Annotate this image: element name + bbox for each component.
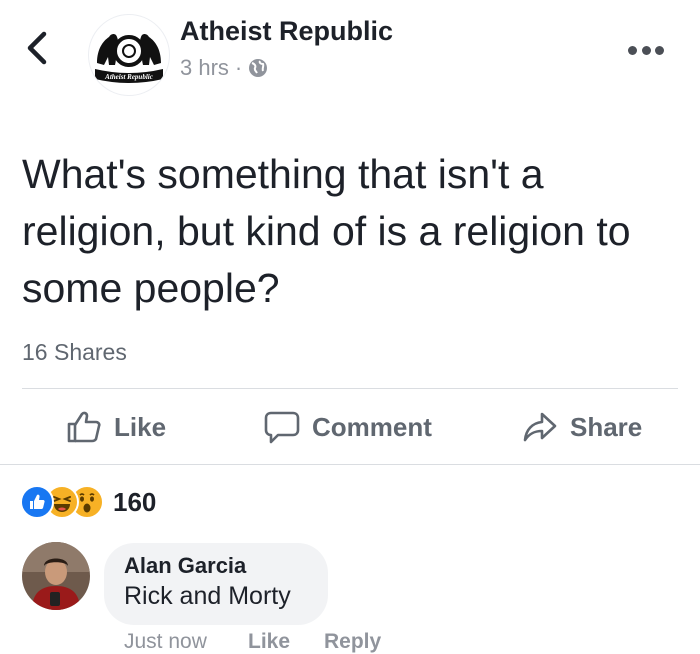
comment-reply-button[interactable]: Reply	[324, 630, 381, 654]
reaction-count: 160	[113, 486, 157, 517]
like-label: Like	[114, 411, 167, 442]
comment-like-button[interactable]: Like	[248, 630, 290, 654]
shares-count[interactable]: 16 Shares	[22, 339, 127, 366]
avatar	[22, 542, 90, 610]
share-arrow-icon	[523, 412, 557, 442]
meta-separator: ·	[234, 55, 243, 80]
globe-icon	[249, 59, 268, 77]
like-reaction-icon	[20, 485, 54, 519]
chevron-left-icon	[27, 31, 47, 65]
comment-text: Rick and Morty	[124, 582, 291, 610]
post-time[interactable]: 3 hrs	[180, 55, 229, 81]
page-avatar[interactable]: Atheist Republic	[88, 14, 170, 96]
comment-button[interactable]: Comment	[264, 406, 432, 448]
ellipsis-dot	[655, 46, 664, 55]
atheist-republic-logo: Atheist Republic	[95, 34, 163, 83]
svg-text:Atheist Republic: Atheist Republic	[104, 73, 153, 81]
commenter-avatar[interactable]	[22, 542, 90, 610]
ellipsis-dot	[628, 46, 637, 55]
back-button[interactable]	[22, 28, 52, 68]
divider	[22, 388, 678, 389]
post-meta: 3 hrs ·	[180, 55, 268, 81]
divider	[0, 464, 700, 465]
comment-label: Comment	[312, 411, 432, 442]
page-name[interactable]: Atheist Republic	[180, 16, 393, 47]
comment-icon	[264, 411, 300, 444]
share-button[interactable]: Share	[522, 406, 642, 448]
ellipsis-dot	[641, 46, 651, 55]
like-button[interactable]: Like	[66, 406, 166, 448]
post-text: What's something that isn't a religion, …	[22, 151, 631, 311]
more-options-button[interactable]	[628, 46, 664, 56]
comment-author[interactable]: Alan Garcia	[124, 553, 246, 579]
thumbs-up-icon	[67, 411, 101, 443]
comment-time: Just now	[124, 630, 207, 653]
share-label: Share	[570, 411, 643, 442]
reactions-summary[interactable]: 160	[20, 484, 156, 520]
